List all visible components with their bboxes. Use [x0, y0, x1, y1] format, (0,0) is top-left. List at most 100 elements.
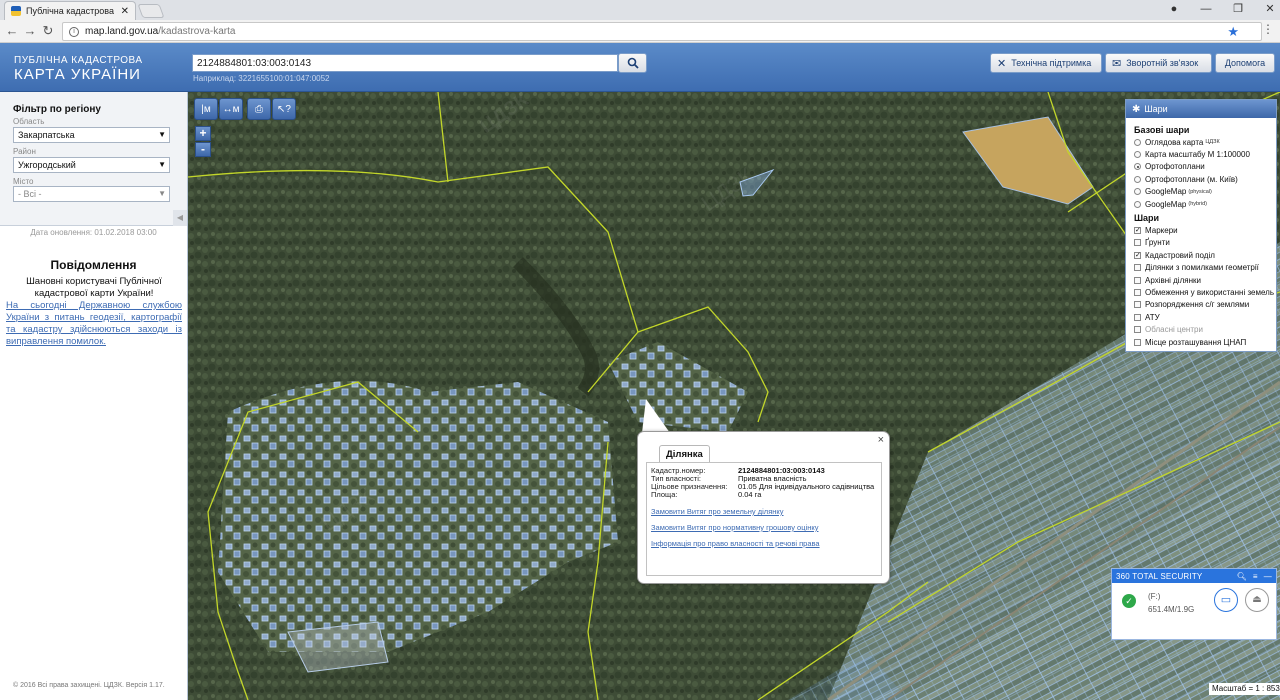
- new-tab-button[interactable]: [137, 4, 165, 18]
- feedback-button[interactable]: ✉ Зворотній зв'язок: [1105, 53, 1212, 73]
- checkbox[interactable]: ✓: [1134, 227, 1141, 235]
- security-widget: 360 TOTAL SECURITY 🔍︎ ≡ — ✓ (F:) 651.4M/…: [1111, 568, 1277, 640]
- security-widget-header: 360 TOTAL SECURITY 🔍︎ ≡ —: [1112, 569, 1276, 583]
- base-layer-sup: ЦДЗК: [1205, 139, 1220, 146]
- minimize-icon[interactable]: —: [1264, 572, 1272, 581]
- measure-line-button[interactable]: |м: [194, 98, 218, 120]
- zoom-in-button[interactable]: +: [195, 126, 211, 141]
- reload-icon[interactable]: ↻: [40, 23, 56, 39]
- checkbox[interactable]: [1134, 288, 1141, 296]
- tab-title: Публічна кадастрова ка: [26, 6, 117, 16]
- app-header: ПУБЛІЧНА КАДАСТРОВА КАРТА УКРАЇНИ Наприк…: [0, 43, 1280, 92]
- zoom-out-button[interactable]: -: [195, 142, 211, 157]
- tab-parcel[interactable]: Ділянка: [659, 445, 710, 463]
- checkbox[interactable]: [1134, 301, 1141, 309]
- radio-button[interactable]: [1134, 175, 1141, 183]
- layers-header[interactable]: ✱ Шари: [1126, 100, 1276, 118]
- checkbox[interactable]: ✓: [1134, 251, 1141, 259]
- base-layer-sup: (hybrid): [1188, 201, 1208, 208]
- radio-button[interactable]: [1134, 163, 1141, 171]
- overlay-layer-option[interactable]: АТУ: [1134, 311, 1276, 323]
- overlay-layer-label: Місце розташування ЦНАП: [1145, 337, 1247, 347]
- forward-arrow-icon[interactable]: →: [22, 23, 38, 39]
- base-layer-option[interactable]: Оглядова карта ЦДЗК: [1134, 136, 1276, 148]
- update-date: Дата оновлення: 01.02.2018 03:00: [30, 228, 157, 237]
- radio-button[interactable]: [1134, 188, 1141, 196]
- overlay-layer-option[interactable]: Обласні центри: [1134, 323, 1276, 335]
- notice-text: Шановні користувачі Публічної кадастрово…: [26, 276, 162, 299]
- search-icon[interactable]: 🔍︎: [1237, 572, 1247, 581]
- overlay-layer-option[interactable]: ✓ Маркери: [1134, 224, 1276, 236]
- parcel-field-row: Цільове призначення: 01.05 Для індивідуал…: [651, 483, 874, 491]
- tech-support-button[interactable]: ✕ Технічна підтримка: [990, 53, 1102, 73]
- back-arrow-icon[interactable]: ←: [4, 23, 20, 39]
- url-path: /kadastrova-karta: [158, 26, 236, 37]
- overlay-layer-option[interactable]: Ділянки з помилками геометрії: [1134, 262, 1276, 274]
- city-select[interactable]: - Всі - ▼: [13, 186, 170, 202]
- help-label: Допомога: [1224, 58, 1266, 68]
- overlay-layer-option[interactable]: Розпорядження с/г землями: [1134, 299, 1276, 311]
- cadastral-search-input[interactable]: [192, 54, 618, 72]
- help-button[interactable]: Допомога: [1215, 53, 1275, 73]
- overlay-layer-option[interactable]: ✓ Кадастровий поділ: [1134, 249, 1276, 261]
- menu-icon[interactable]: ≡: [1253, 572, 1258, 581]
- folder-icon[interactable]: ▭: [1214, 588, 1238, 612]
- browser-tab[interactable]: Публічна кадастрова ка ✕: [4, 1, 136, 20]
- ownership-info-link[interactable]: Інформація про право власності та речові…: [651, 539, 820, 548]
- popup-pointer: [642, 399, 670, 433]
- print-button[interactable]: ⎙: [247, 98, 271, 120]
- overlay-layer-option[interactable]: Ґрунти: [1134, 237, 1276, 249]
- search-button[interactable]: [618, 53, 647, 73]
- base-layer-option[interactable]: GoogleMap (hybrid): [1134, 198, 1276, 210]
- checkbox[interactable]: [1134, 239, 1141, 247]
- radio-button[interactable]: [1134, 138, 1141, 146]
- base-layer-option[interactable]: Ортофотоплани (м. Київ): [1134, 173, 1276, 185]
- overlay-layer-option[interactable]: Місце розташування ЦНАП: [1134, 336, 1276, 348]
- parcel-fields: Кадастр.номер: 2124884801:03:003:0143 Тип …: [651, 467, 874, 499]
- order-valuation-link[interactable]: Замовити Витяг про нормативну грошову оц…: [651, 523, 818, 532]
- checkbox[interactable]: [1134, 264, 1141, 272]
- checkbox[interactable]: [1134, 276, 1141, 284]
- copyright: © 2016 Всі права захищені. ЦДЗК. Версія …: [13, 682, 165, 689]
- tab-close-icon[interactable]: ✕: [121, 6, 129, 17]
- address-bar[interactable]: i map.land.gov.ua /kadastrova-karta ★: [62, 22, 1262, 41]
- order-extract-link[interactable]: Замовити Витяг про земельну ділянку: [651, 507, 784, 516]
- drive-size: 651.4M/1.9G: [1148, 605, 1195, 614]
- overlay-layer-option[interactable]: Обмеження у використанні земель: [1134, 286, 1276, 298]
- notice-link[interactable]: На сьогодні Державною службою України з …: [6, 300, 182, 348]
- minimize-button[interactable]: —: [1190, 1, 1222, 17]
- layers-panel: ✱ Шари Базові шари Оглядова карта ЦДЗК Кар…: [1125, 99, 1277, 352]
- maximize-button[interactable]: ❐: [1222, 1, 1254, 17]
- collapse-sidebar-button[interactable]: ◀: [173, 210, 187, 226]
- city-label: Місто: [13, 177, 34, 186]
- bookmark-star-icon[interactable]: ★: [1227, 24, 1239, 40]
- radio-button[interactable]: [1134, 151, 1141, 159]
- close-popup-icon[interactable]: ×: [878, 434, 884, 446]
- base-layer-option[interactable]: GoogleMap (physical): [1134, 186, 1276, 198]
- base-layer-option[interactable]: Ортофотоплани: [1134, 161, 1276, 173]
- account-icon[interactable]: ●: [1158, 1, 1190, 17]
- site-info-icon[interactable]: i: [69, 26, 79, 37]
- drive-label: (F:): [1148, 592, 1161, 601]
- site-logo[interactable]: ПУБЛІЧНА КАДАСТРОВА КАРТА УКРАЇНИ: [14, 55, 143, 83]
- checkbox[interactable]: [1134, 326, 1141, 334]
- layers-title: Шари: [1144, 104, 1168, 114]
- close-window-button[interactable]: ✕: [1254, 1, 1280, 17]
- browser-menu-icon[interactable]: ⋮: [1262, 22, 1274, 36]
- identify-button[interactable]: ↖?: [272, 98, 296, 120]
- overlay-layer-label: Кадастровий поділ: [1145, 250, 1215, 260]
- measure-area-button[interactable]: ↔м: [219, 98, 243, 120]
- eject-icon[interactable]: ⏏: [1245, 588, 1269, 612]
- oblast-select[interactable]: Закарпатська ▼: [13, 127, 170, 143]
- overlay-layer-option[interactable]: Архівні ділянки: [1134, 274, 1276, 286]
- checkbox[interactable]: [1134, 313, 1141, 321]
- logo-line-2: КАРТА УКРАЇНИ: [14, 66, 141, 83]
- envelope-icon: ✉: [1112, 57, 1122, 70]
- zoom-controls: + -: [195, 126, 211, 158]
- raion-select[interactable]: Ужгородський ▼: [13, 157, 170, 173]
- base-layers-title: Базові шари: [1134, 125, 1190, 135]
- radio-button[interactable]: [1134, 200, 1141, 208]
- base-layer-option[interactable]: Карта масштабу М 1:100000: [1134, 148, 1276, 160]
- checkbox[interactable]: [1134, 338, 1141, 346]
- map-canvas[interactable]: ЦДЗК ЦДЗК ЦДЗК |м ↔м ⎙ ↖? + - ✱ Шари Баз…: [188, 92, 1280, 700]
